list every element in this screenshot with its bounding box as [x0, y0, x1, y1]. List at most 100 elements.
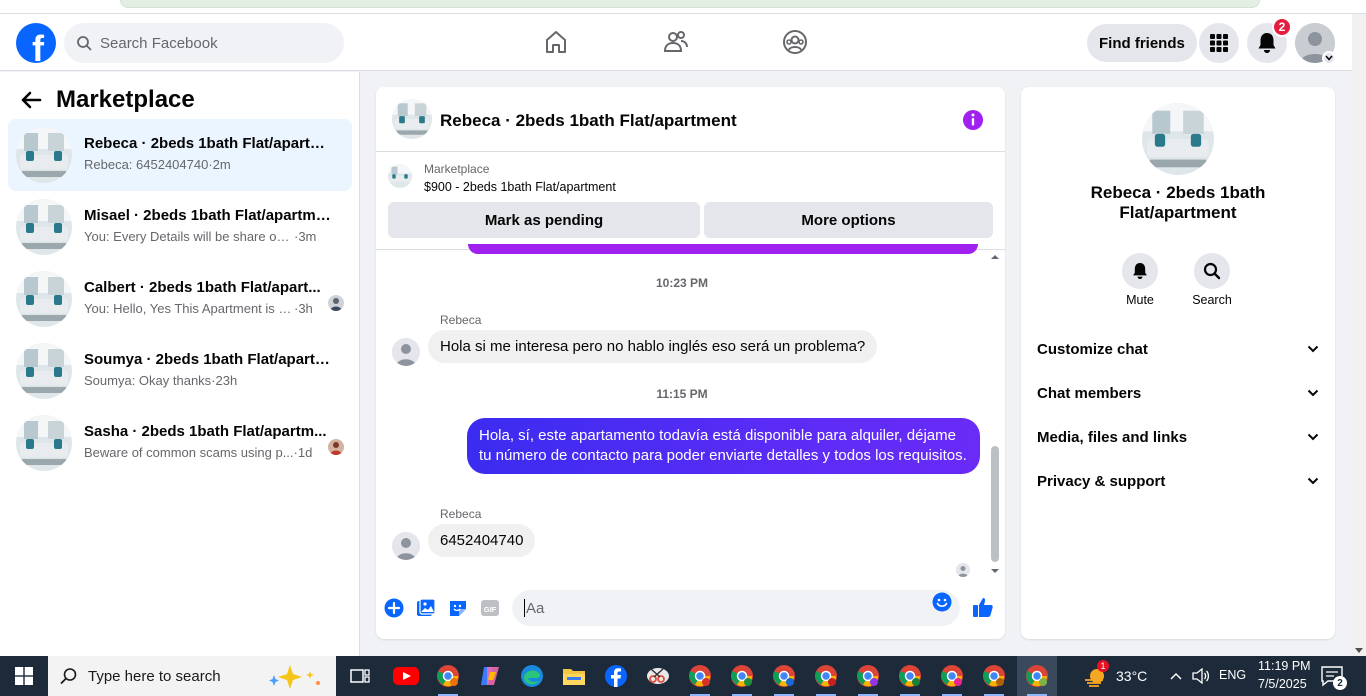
timestamp: 10:23 PM: [655, 276, 709, 290]
taskbar-chrome-profile[interactable]: [932, 656, 972, 696]
page-scrollbar[interactable]: [1352, 14, 1366, 656]
contact-avatar[interactable]: [1142, 103, 1214, 175]
taskbar-chrome-profile[interactable]: [428, 656, 468, 696]
gif-icon[interactable]: GIF: [480, 598, 500, 618]
info-icon[interactable]: [962, 109, 984, 131]
weather-temperature[interactable]: 33°C: [1116, 668, 1147, 684]
customize-chat-section[interactable]: Customize chat: [1021, 327, 1335, 371]
listing-title[interactable]: $900 - 2beds 1bath Flat/apartment: [424, 180, 616, 194]
conversation-item[interactable]: Calbert · 2beds 1bath Flat/apart... You:…: [8, 263, 352, 335]
conversation-item[interactable]: Rebeca · 2beds 1bath Flat/apartme... Reb…: [8, 119, 352, 191]
section-label: Chat members: [1037, 384, 1142, 402]
volume-icon[interactable]: [1192, 668, 1210, 684]
youtube-icon: [393, 667, 419, 685]
conversation-item[interactable]: Misael · 2beds 1bath Flat/apartment You:…: [8, 191, 352, 263]
menu-button[interactable]: [1199, 23, 1239, 63]
chat-title[interactable]: Rebeca · 2beds 1bath Flat/apartment: [440, 111, 737, 131]
task-view-button[interactable]: [340, 656, 380, 696]
conversation-title: Rebeca · 2beds 1bath Flat/apartme...: [84, 135, 334, 152]
chrome-icon: [773, 665, 795, 687]
taskbar-chrome-profile[interactable]: [974, 656, 1014, 696]
conversation-title: Soumya · 2beds 1bath Flat/apartm...: [84, 351, 334, 368]
scroll-down-arrow[interactable]: [1355, 648, 1363, 653]
scrollbar-thumb[interactable]: [991, 446, 999, 562]
message-input-box[interactable]: [512, 590, 960, 626]
search-facebook-box[interactable]: [64, 23, 344, 63]
media-files-links-section[interactable]: Media, files and links: [1021, 415, 1335, 459]
taskbar-chrome-profile[interactable]: [680, 656, 720, 696]
grid-menu-icon: [1210, 34, 1228, 52]
taskbar-chrome-profile[interactable]: [764, 656, 804, 696]
notification-count-badge: 2: [1272, 17, 1292, 37]
chrome-icon: [983, 665, 1005, 687]
message-input[interactable]: [526, 599, 906, 617]
sender-name: Rebeca: [440, 313, 482, 327]
section-label: Customize chat: [1037, 340, 1148, 358]
taskbar-chrome-active[interactable]: [1017, 656, 1057, 696]
chrome-icon: [941, 665, 963, 687]
sender-avatar[interactable]: [392, 532, 420, 560]
incoming-message[interactable]: Hola si me interesa pero no hablo inglés…: [428, 330, 878, 363]
sticker-icon[interactable]: [448, 598, 468, 618]
chat-members-section[interactable]: Chat members: [1021, 371, 1335, 415]
back-arrow-icon[interactable]: [20, 91, 42, 109]
sidebar-header: Marketplace: [20, 86, 195, 114]
more-options-button[interactable]: More options: [704, 202, 993, 238]
message-thread: 10:23 PM Rebeca Hola si me interesa pero…: [376, 250, 1005, 580]
scroll-down-arrow[interactable]: [988, 566, 1002, 576]
taskbar-chrome-profile[interactable]: [848, 656, 888, 696]
chevron-up-icon[interactable]: [1170, 672, 1182, 680]
conversation-snippet: You: Hello, Yes This Apartment is sti...: [84, 301, 294, 316]
thread-scrollbar[interactable]: [988, 250, 1002, 580]
language-indicator[interactable]: ENG: [1219, 668, 1246, 682]
conversation-time: ·3h: [294, 301, 313, 316]
search-input[interactable]: [100, 34, 320, 52]
sender-avatar[interactable]: [392, 338, 420, 366]
taskbar-search[interactable]: [48, 656, 336, 696]
photo-icon[interactable]: [416, 598, 436, 618]
sender-name: Rebeca: [440, 507, 482, 521]
taskbar-chrome-profile[interactable]: [806, 656, 846, 696]
taskbar-chrome-profile[interactable]: [890, 656, 930, 696]
incoming-message[interactable]: 6452404740: [428, 524, 536, 557]
mute-button[interactable]: [1122, 253, 1158, 289]
conversation-snippet: Rebeca: 6452404740: [84, 157, 209, 172]
taskbar-chrome-profile[interactable]: [722, 656, 762, 696]
taskbar-file-explorer[interactable]: [554, 656, 594, 696]
taskbar-search-input[interactable]: [88, 667, 248, 685]
weather-alert-badge: 1: [1097, 660, 1109, 672]
chat-avatar[interactable]: [392, 99, 432, 139]
timestamp: 11:15 PM: [656, 387, 708, 401]
groups-icon[interactable]: [781, 28, 809, 56]
conversation-item[interactable]: Soumya · 2beds 1bath Flat/apartm... Soum…: [8, 335, 352, 407]
emoji-icon[interactable]: [932, 592, 952, 612]
facebook-icon: [605, 665, 627, 687]
plus-circle-icon[interactable]: [384, 598, 404, 618]
clock-date[interactable]: 7/5/2025: [1258, 677, 1307, 691]
clock-time[interactable]: 11:19 PM: [1258, 659, 1311, 673]
friends-icon[interactable]: [662, 28, 690, 56]
mark-as-pending-button[interactable]: Mark as pending: [388, 202, 700, 238]
facebook-logo[interactable]: f: [16, 23, 56, 63]
scroll-up-arrow[interactable]: [988, 252, 1002, 262]
search-in-conversation-button[interactable]: [1194, 253, 1230, 289]
home-icon[interactable]: [542, 28, 570, 56]
start-button[interactable]: [0, 656, 48, 696]
find-friends-button[interactable]: Find friends: [1087, 24, 1197, 62]
conversation-title: Sasha · 2beds 1bath Flat/apartm...: [84, 423, 327, 440]
account-menu-caret[interactable]: [1322, 51, 1336, 65]
taskbar-facebook[interactable]: [596, 656, 636, 696]
conversation-preview: You: Every Details will be share on yo..…: [84, 229, 334, 244]
chrome-icon: [731, 665, 753, 687]
taskbar-edge[interactable]: [512, 656, 552, 696]
conversation-time: ·3m: [294, 229, 317, 244]
taskbar-snipping-tool[interactable]: [638, 656, 678, 696]
taskbar-youtube[interactable]: [386, 656, 426, 696]
taskbar-copilot[interactable]: [470, 656, 510, 696]
copilot-icon: [481, 667, 499, 685]
conversation-item[interactable]: Sasha · 2beds 1bath Flat/apartm... Bewar…: [8, 407, 352, 479]
outgoing-message[interactable]: Hola, sí, este apartamento todavía está …: [467, 418, 980, 474]
privacy-support-section[interactable]: Privacy & support: [1021, 459, 1335, 503]
chevron-down-icon: [1325, 55, 1333, 61]
thumbs-up-icon[interactable]: [972, 596, 994, 618]
